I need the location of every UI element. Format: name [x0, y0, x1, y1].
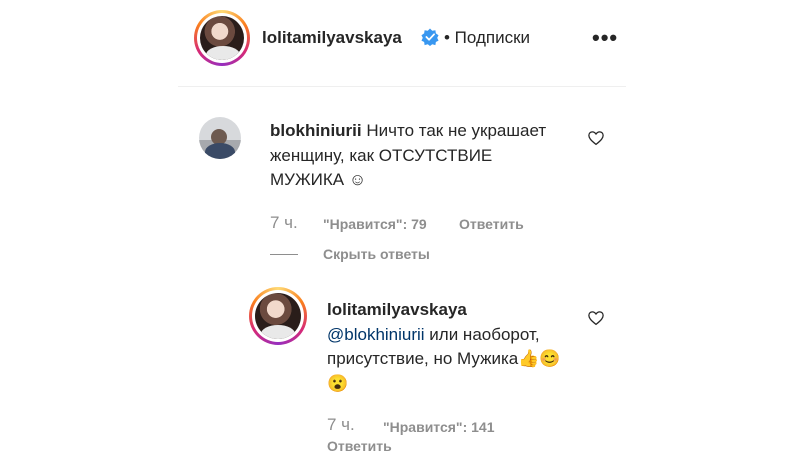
- reply-body: lolitamilyavskaya @blokhiniurii или наоб…: [327, 298, 577, 396]
- reply-text-line: @blokhiniurii или наоборот, присутствие,…: [327, 323, 577, 397]
- reply-button[interactable]: Ответить: [459, 216, 524, 232]
- header-divider: [178, 86, 626, 87]
- avatar: [255, 293, 301, 339]
- reply-author-username[interactable]: lolitamilyavskaya: [327, 298, 577, 323]
- more-options-icon[interactable]: •••: [592, 25, 618, 51]
- avatar: [200, 16, 244, 60]
- comment-body: blokhiniurii Ничто так не украшает женщи…: [270, 119, 570, 193]
- heart-icon[interactable]: [587, 309, 605, 327]
- reply-button[interactable]: Ответить: [327, 438, 392, 454]
- comment-author-avatar[interactable]: [199, 117, 241, 159]
- reply-timestamp[interactable]: 7 ч.: [327, 415, 355, 435]
- following-label[interactable]: • Подписки: [444, 28, 530, 48]
- heart-icon[interactable]: [587, 129, 605, 147]
- verified-icon: [421, 28, 439, 46]
- comment-author-username[interactable]: blokhiniurii: [270, 121, 362, 140]
- reply-author-avatar[interactable]: [249, 287, 307, 345]
- mention-link[interactable]: @blokhiniurii: [327, 325, 425, 344]
- post-author-avatar[interactable]: [194, 10, 250, 66]
- post-author-username[interactable]: lolitamilyavskaya: [262, 28, 402, 48]
- comment-timestamp[interactable]: 7 ч.: [270, 213, 298, 233]
- replies-divider-line: [270, 254, 298, 255]
- comment-likes-count[interactable]: "Нравится": 79: [323, 216, 427, 232]
- hide-replies-button[interactable]: Скрыть ответы: [323, 246, 430, 262]
- reply-likes-count[interactable]: "Нравится": 141: [383, 419, 494, 435]
